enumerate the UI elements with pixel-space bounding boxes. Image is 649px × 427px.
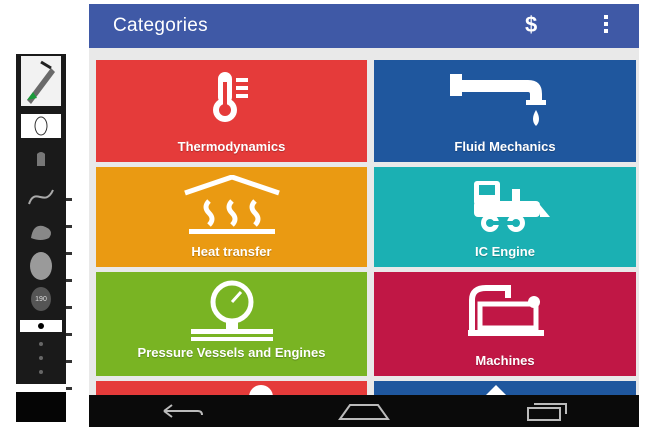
brush-size-badge[interactable]: 190	[20, 286, 62, 312]
phone-screen: Categories $ Thermodynamics Fluid Mechan…	[89, 4, 639, 427]
drawing-toolbar: 190	[16, 54, 72, 422]
app-bar: Categories $	[89, 4, 639, 48]
thermometer-icon	[96, 68, 367, 128]
hand-icon[interactable]	[20, 146, 62, 172]
tile-label: Machines	[475, 353, 535, 368]
toolbar-edge	[66, 174, 72, 394]
heat-waves-icon	[96, 175, 367, 235]
tile-fluid-mechanics[interactable]: Fluid Mechanics	[374, 60, 636, 162]
pressure-gauge-icon	[96, 280, 367, 342]
tile-thermodynamics[interactable]: Thermodynamics	[96, 60, 367, 162]
home-icon[interactable]	[334, 398, 394, 424]
brush-dot-icon[interactable]	[20, 320, 62, 332]
page-title: Categories	[113, 15, 208, 36]
eraser-icon[interactable]	[20, 114, 62, 138]
locomotive-icon	[374, 175, 636, 235]
purchase-dollar-icon[interactable]: $	[525, 12, 537, 38]
brush-size-large-icon[interactable]	[20, 250, 62, 282]
tile-label: Fluid Mechanics	[454, 139, 556, 154]
system-nav-bar	[89, 395, 639, 427]
recents-icon[interactable]	[517, 398, 577, 424]
faucet-icon	[374, 68, 636, 130]
color-swatch-black[interactable]	[16, 392, 66, 422]
tile-pressure-vessels[interactable]: Pressure Vessels and Engines	[96, 272, 367, 376]
tile-label: Pressure Vessels and Engines	[137, 345, 326, 360]
back-icon[interactable]	[151, 398, 211, 424]
category-grid: Thermodynamics Fluid Mechanics Heat tran…	[89, 48, 639, 421]
tile-ic-engine[interactable]: IC Engine	[374, 167, 636, 267]
tile-label: Thermodynamics	[177, 139, 286, 154]
tile-label: IC Engine	[475, 244, 535, 259]
more-tools-icon[interactable]	[20, 336, 62, 380]
pen-icon[interactable]	[20, 56, 62, 106]
overflow-menu-icon[interactable]	[601, 13, 611, 39]
blob-icon[interactable]	[20, 218, 62, 244]
tile-heat-transfer[interactable]: Heat transfer	[96, 167, 367, 267]
machine-icon	[374, 280, 636, 340]
tile-label: Heat transfer	[191, 244, 272, 259]
curve-icon[interactable]	[20, 184, 62, 210]
brush-size-value: 190	[35, 295, 47, 303]
tile-machines[interactable]: Machines	[374, 272, 636, 376]
